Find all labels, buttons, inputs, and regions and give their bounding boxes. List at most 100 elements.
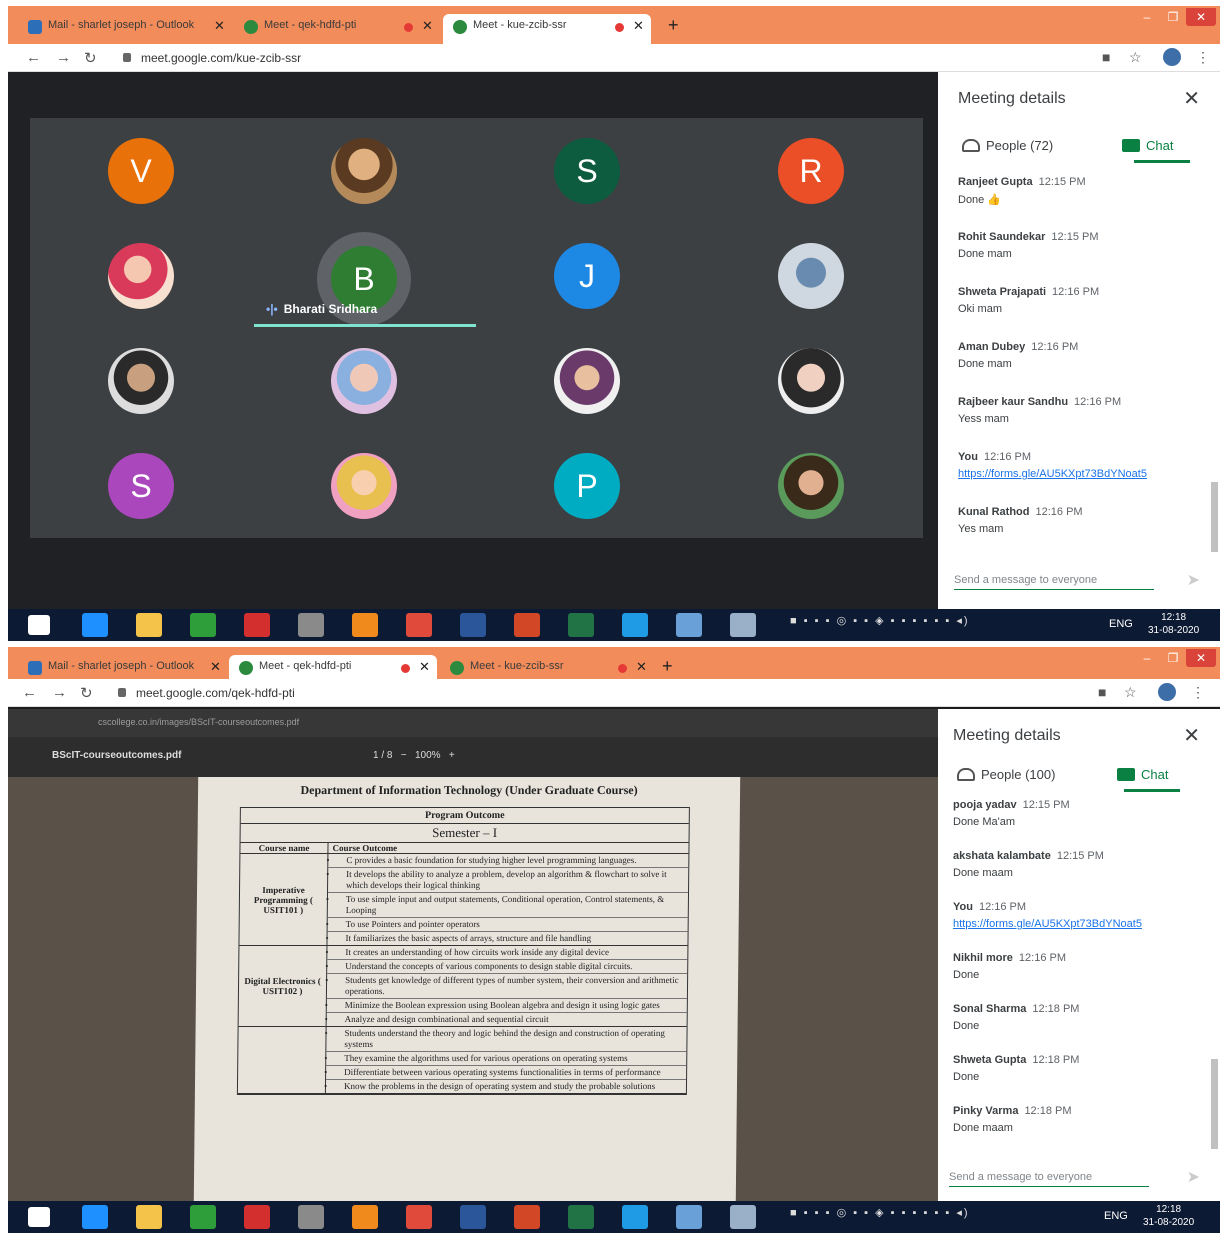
chat-input[interactable]: Send a message to everyone — [949, 1171, 1149, 1187]
tab-people[interactable]: People (72) — [962, 138, 1053, 153]
participant-tile[interactable] — [554, 348, 620, 414]
participant-tile[interactable]: V — [108, 138, 174, 204]
participant-tile[interactable] — [108, 243, 174, 309]
excel-icon[interactable] — [568, 1205, 594, 1229]
misc-app-2-icon[interactable] — [676, 1205, 702, 1229]
reload-icon[interactable]: ↻ — [80, 684, 93, 702]
windows-start-icon[interactable] — [28, 615, 50, 635]
chat-message: You 12:16 PM https://forms.gle/AU5KXpt73Bd… — [953, 901, 1203, 930]
star-icon[interactable]: ☆ — [1124, 684, 1137, 701]
chat-text: Done — [953, 969, 980, 981]
close-icon[interactable]: ✕ — [214, 18, 225, 34]
participant-tile[interactable] — [108, 348, 174, 414]
powerpoint-icon[interactable] — [514, 613, 540, 637]
chat-message: Rajbeer kaur Sandhu 12:16 PM Yess mam — [958, 396, 1208, 425]
vlc-icon[interactable] — [352, 613, 378, 637]
edge-icon[interactable] — [622, 1205, 648, 1229]
restore-icon[interactable]: ❐ — [1160, 651, 1186, 665]
forward-icon[interactable]: → — [52, 684, 67, 701]
chrome-icon[interactable] — [406, 613, 432, 637]
panel-close-icon[interactable]: ✕ — [1183, 723, 1200, 748]
internet-explorer-icon[interactable] — [82, 1205, 108, 1229]
vlc-icon[interactable] — [352, 1205, 378, 1229]
participant-tile[interactable] — [331, 138, 397, 204]
star-icon[interactable]: ☆ — [1129, 49, 1142, 66]
edge-icon[interactable] — [622, 613, 648, 637]
active-speaker-tile[interactable]: B •|• Bharati Sridhara — [254, 232, 476, 330]
store-icon[interactable] — [190, 1205, 216, 1229]
clock[interactable]: 12:18 31-08-2020 — [1143, 1203, 1194, 1229]
participant-grid: VSRJSP — [30, 118, 923, 538]
acrobat-reader-icon[interactable] — [244, 613, 270, 637]
participant-tile[interactable] — [331, 453, 397, 519]
url-field[interactable]: meet.google.com/qek-hdfd-pti — [118, 686, 295, 700]
minimize-icon[interactable]: ‒ — [1134, 10, 1160, 24]
word-icon[interactable] — [460, 1205, 486, 1229]
menu-icon[interactable]: ⋮ — [1191, 684, 1205, 701]
camera-icon[interactable]: ■ — [1098, 684, 1106, 700]
tab-chat[interactable]: Chat — [1117, 767, 1168, 782]
close-icon[interactable]: ✕ — [210, 659, 221, 675]
close-icon[interactable]: ✕ — [633, 18, 644, 34]
misc-app-2-icon[interactable] — [676, 613, 702, 637]
language-indicator[interactable]: ENG — [1109, 618, 1133, 630]
chat-input[interactable]: Send a message to everyone — [954, 574, 1154, 590]
close-icon[interactable]: ✕ — [636, 659, 647, 675]
tab-people[interactable]: People (100) — [957, 767, 1055, 782]
meet-icon — [453, 20, 467, 34]
excel-icon[interactable] — [568, 613, 594, 637]
tab-outlook[interactable]: Mail - sharlet joseph - Outlook ✕ — [18, 14, 226, 44]
back-icon[interactable]: ← — [26, 49, 41, 66]
word-icon[interactable] — [460, 613, 486, 637]
participant-tile[interactable]: S — [108, 453, 174, 519]
window-close-icon[interactable]: ✕ — [1186, 8, 1216, 26]
chat-link[interactable]: https://forms.gle/AU5KXpt73BdYNoat5 — [953, 918, 1203, 930]
store-icon[interactable] — [190, 613, 216, 637]
window-close-icon[interactable]: ✕ — [1186, 649, 1216, 667]
avatar[interactable] — [1163, 48, 1181, 66]
send-icon[interactable]: ➤ — [1187, 1167, 1200, 1187]
camera-icon[interactable]: ■ — [1102, 49, 1110, 65]
windows-start-icon[interactable] — [28, 1207, 50, 1227]
acrobat-reader-icon[interactable] — [244, 1205, 270, 1229]
participant-tile[interactable]: J — [554, 243, 620, 309]
new-tab-icon[interactable]: + — [662, 656, 673, 677]
chrome-icon[interactable] — [406, 1205, 432, 1229]
participant-tile[interactable] — [778, 453, 844, 519]
restore-icon[interactable]: ❐ — [1160, 10, 1186, 24]
tab-meet-qek[interactable]: Meet - qek-hdfd-pti ✕ — [234, 14, 438, 44]
tab-meet-kue[interactable]: Meet - kue-zcib-ssr ✕ — [443, 14, 651, 44]
back-icon[interactable]: ← — [22, 684, 37, 701]
forward-icon[interactable]: → — [56, 49, 71, 66]
reload-icon[interactable]: ↻ — [84, 49, 97, 67]
minimize-icon[interactable]: ‒ — [1134, 651, 1160, 665]
new-tab-icon[interactable]: + — [668, 15, 679, 36]
avatar[interactable] — [1158, 683, 1176, 701]
participant-tile[interactable]: R — [778, 138, 844, 204]
file-explorer-icon[interactable] — [136, 613, 162, 637]
close-icon[interactable]: ✕ — [422, 18, 433, 34]
misc-app-icon[interactable] — [298, 613, 324, 637]
misc-app-3-icon[interactable] — [730, 1205, 756, 1229]
file-explorer-icon[interactable] — [136, 1205, 162, 1229]
clock[interactable]: 12:18 31-08-2020 — [1148, 611, 1199, 637]
url-field[interactable]: meet.google.com/kue-zcib-ssr — [123, 51, 301, 65]
participant-tile[interactable] — [331, 348, 397, 414]
participant-tile[interactable] — [778, 243, 844, 309]
close-icon[interactable]: ✕ — [419, 659, 430, 675]
panel-close-icon[interactable]: ✕ — [1183, 86, 1200, 111]
misc-app-3-icon[interactable] — [730, 613, 756, 637]
menu-icon[interactable]: ⋮ — [1196, 49, 1210, 66]
participant-tile[interactable] — [778, 348, 844, 414]
participant-tile[interactable]: S — [554, 138, 620, 204]
misc-app-icon[interactable] — [298, 1205, 324, 1229]
internet-explorer-icon[interactable] — [82, 613, 108, 637]
language-indicator[interactable]: ENG — [1104, 1210, 1128, 1222]
send-icon[interactable]: ➤ — [1187, 570, 1200, 590]
chat-link[interactable]: https://forms.gle/AU5KXpt73BdYNoat5 — [958, 468, 1208, 480]
tab-chat[interactable]: Chat — [1122, 138, 1173, 153]
chat-scrollbar[interactable] — [1211, 482, 1218, 552]
chat-scrollbar[interactable] — [1211, 1059, 1218, 1149]
powerpoint-icon[interactable] — [514, 1205, 540, 1229]
participant-tile[interactable]: P — [554, 453, 620, 519]
